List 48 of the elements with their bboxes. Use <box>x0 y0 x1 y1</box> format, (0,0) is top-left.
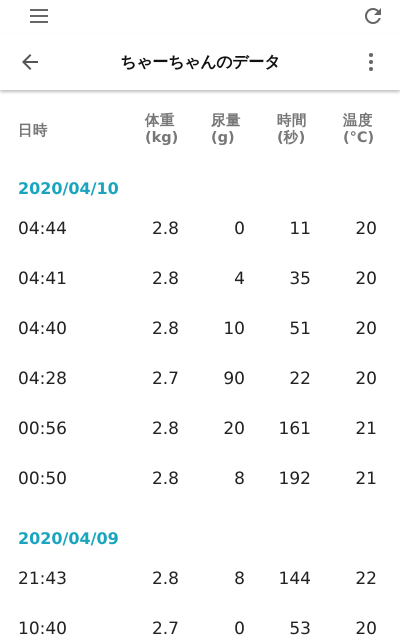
table-cell: 2.8 <box>152 269 179 289</box>
table-cell: 10:40 <box>18 619 67 639</box>
table-cell: 35 <box>289 269 311 289</box>
table-cell: 20 <box>355 619 377 639</box>
table-cell: 51 <box>289 319 311 339</box>
table-cell: 20 <box>355 219 377 239</box>
table-cell: 90 <box>223 369 245 389</box>
column-header: 温度 (°C) <box>343 113 374 147</box>
column-header: 尿量 (g) <box>211 113 241 147</box>
table-cell: 20 <box>355 369 377 389</box>
table-cell: 21 <box>355 469 377 489</box>
table-cell: 11 <box>289 219 311 239</box>
table-cell: 2.8 <box>152 219 179 239</box>
table-cell: 00:56 <box>18 419 67 439</box>
table-cell: 2.8 <box>152 569 179 589</box>
screen-title: ちゃーちゃんのデータ <box>120 52 280 72</box>
table-cell: 22 <box>355 569 377 589</box>
table-cell: 192 <box>278 469 311 489</box>
table-cell: 0 <box>234 219 245 239</box>
table-cell: 04:41 <box>18 269 67 289</box>
column-header: 時間 (秒) <box>277 113 307 147</box>
table-cell: 04:40 <box>18 319 67 339</box>
table-cell: 20 <box>355 269 377 289</box>
table-cell: 2.8 <box>152 319 179 339</box>
table-cell: 04:28 <box>18 369 67 389</box>
table-cell: 2.7 <box>152 369 179 389</box>
table-cell: 00:50 <box>18 469 67 489</box>
table-cell: 4 <box>234 269 245 289</box>
table-cell: 20 <box>355 319 377 339</box>
date-heading: 2020/04/10 <box>18 179 120 200</box>
table-cell: 2.7 <box>152 619 179 639</box>
table-cell: 0 <box>234 619 245 639</box>
table-cell: 161 <box>278 419 311 439</box>
table-cell: 144 <box>278 569 311 589</box>
table-cell: 20 <box>223 419 245 439</box>
table-cell: 53 <box>289 619 311 639</box>
table-cell: 22 <box>289 369 311 389</box>
table-cell: 8 <box>234 469 245 489</box>
date-heading: 2020/04/09 <box>18 529 120 550</box>
table-cell: 04:44 <box>18 219 67 239</box>
table-cell: 2.8 <box>152 419 179 439</box>
table-cell: 10 <box>223 319 245 339</box>
table-cell: 8 <box>234 569 245 589</box>
table-cell: 2.8 <box>152 469 179 489</box>
column-header: 日時 <box>18 123 48 140</box>
table-cell: 21:43 <box>18 569 67 589</box>
table-cell: 21 <box>355 419 377 439</box>
column-header: 体重 (kg) <box>145 113 178 147</box>
